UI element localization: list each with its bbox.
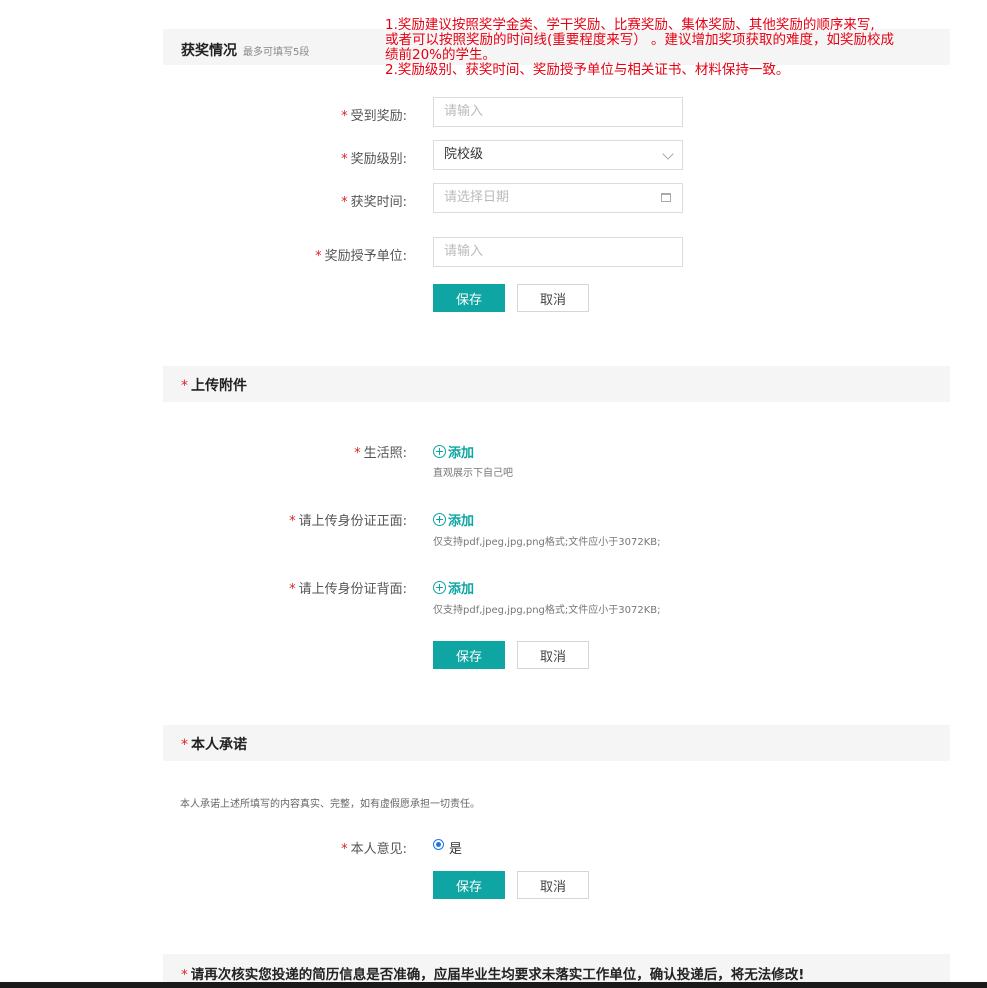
opinion-yes-label[interactable]: 是	[449, 838, 462, 857]
attach-cancel-button[interactable]: 取消	[517, 641, 589, 669]
chevron-down-icon	[662, 148, 674, 160]
award-level-label-text: 奖励级别:	[350, 152, 407, 167]
required-mark: *	[181, 378, 188, 394]
required-mark: *	[181, 737, 188, 753]
promise-statement: 本人承诺上述所填写的内容真实、完整，如有虚假愿承担一切责任。	[180, 799, 480, 810]
note-line-4: 2.奖励级别、获奖时间、奖励授予单位与相关证书、材料保持一致。	[385, 62, 790, 78]
add-text: 添加	[448, 514, 475, 529]
promise-cancel-button[interactable]: 取消	[517, 871, 589, 899]
id-back-add-button[interactable]: 添加	[433, 578, 474, 597]
award-section-title: 获奖情况 最多可填写5段	[181, 40, 309, 60]
required-mark: *	[181, 967, 188, 983]
award-name-placeholder: 请输入	[444, 104, 484, 119]
award-unit-label-text: 奖励授予单位:	[324, 249, 407, 264]
promise-section-title: * 本人承诺	[181, 734, 247, 754]
life-photo-label: * 生活照:	[354, 442, 407, 461]
required-mark: *	[341, 152, 348, 167]
award-unit-placeholder: 请输入	[444, 244, 484, 259]
confirm-section-title: * 请再次核实您投递的简历信息是否准确，应届毕业生均要求未落实工作单位，确认投递后…	[181, 963, 804, 983]
attach-section-header: * 上传附件	[163, 366, 950, 402]
award-time-placeholder: 请选择日期	[444, 190, 510, 205]
promise-save-button[interactable]: 保存	[433, 871, 505, 899]
plus-circle-icon	[433, 445, 446, 458]
opinion-label: * 本人意见:	[341, 838, 407, 857]
life-photo-hint: 直观展示下自己吧	[433, 468, 513, 479]
id-back-label: * 请上传身份证背面:	[289, 578, 407, 597]
id-back-hint: 仅支持pdf,jpeg,jpg,png格式;文件应小于3072KB;	[433, 605, 661, 616]
attach-section-title: * 上传附件	[181, 375, 247, 395]
required-mark: *	[289, 582, 296, 597]
life-photo-add-button[interactable]: 添加	[433, 442, 474, 461]
award-time-label-text: 获奖时间:	[350, 195, 407, 210]
id-front-label: * 请上传身份证正面:	[289, 510, 407, 529]
attach-title-text: 上传附件	[191, 378, 247, 394]
note-line-1: 1.奖励建议按照奖学金类、学干奖励、比赛奖励、集体奖励、其他奖励的顺序来写,	[385, 17, 875, 33]
note-line-2: 或者可以按照奖励的时间线(重要程度来写） 。建议增加奖项获取的难度，如奖励校成	[385, 32, 895, 48]
award-unit-label: * 奖励授予单位:	[315, 245, 407, 264]
note-line-3: 绩前20%的学生。	[385, 47, 497, 63]
add-text: 添加	[448, 582, 475, 597]
required-mark: *	[341, 842, 348, 857]
id-front-label-text: 请上传身份证正面:	[298, 514, 407, 529]
award-subtitle: 最多可填写5段	[243, 47, 310, 58]
promise-section-header: * 本人承诺	[163, 725, 950, 761]
confirm-section-header: * 请再次核实您投递的简历信息是否准确，应届毕业生均要求未落实工作单位，确认投递后…	[163, 954, 950, 984]
required-mark: *	[289, 514, 296, 529]
award-name-label-text: 受到奖励:	[350, 109, 407, 124]
award-save-button[interactable]: 保存	[433, 284, 505, 312]
award-level-select[interactable]: 院校级	[433, 140, 683, 170]
required-mark: *	[315, 249, 322, 264]
life-photo-label-text: 生活照:	[363, 446, 407, 461]
promise-title-text: 本人承诺	[191, 737, 247, 753]
add-text: 添加	[448, 446, 475, 461]
calendar-icon	[661, 193, 671, 202]
award-level-label: * 奖励级别:	[341, 148, 407, 167]
attach-save-button[interactable]: 保存	[433, 641, 505, 669]
id-front-add-button[interactable]: 添加	[433, 510, 474, 529]
award-title-text: 获奖情况	[181, 43, 237, 59]
page: 获奖情况 最多可填写5段 1.奖励建议按照奖学金类、学干奖励、比赛奖励、集体奖励、…	[0, 0, 987, 988]
award-name-label: * 受到奖励:	[341, 105, 407, 124]
award-date-picker[interactable]: 请选择日期	[433, 183, 683, 213]
id-back-label-text: 请上传身份证背面:	[298, 582, 407, 597]
plus-circle-icon	[433, 581, 446, 594]
id-front-hint: 仅支持pdf,jpeg,jpg,png格式;文件应小于3072KB;	[433, 537, 661, 548]
award-level-value: 院校级	[444, 147, 484, 162]
opinion-yes-radio[interactable]	[433, 839, 444, 850]
required-mark: *	[341, 195, 348, 210]
bottom-border	[0, 982, 987, 988]
award-cancel-button[interactable]: 取消	[517, 284, 589, 312]
required-mark: *	[354, 446, 361, 461]
award-guidance-note: 1.奖励建议按照奖学金类、学干奖励、比赛奖励、集体奖励、其他奖励的顺序来写, 或…	[385, 18, 945, 78]
award-time-label: * 获奖时间:	[341, 191, 407, 210]
required-mark: *	[341, 109, 348, 124]
award-unit-input[interactable]: 请输入	[433, 237, 683, 267]
plus-circle-icon	[433, 513, 446, 526]
opinion-label-text: 本人意见:	[350, 842, 407, 857]
award-name-input[interactable]: 请输入	[433, 97, 683, 127]
confirm-title-text: 请再次核实您投递的简历信息是否准确，应届毕业生均要求未落实工作单位，确认投递后，…	[190, 967, 805, 983]
